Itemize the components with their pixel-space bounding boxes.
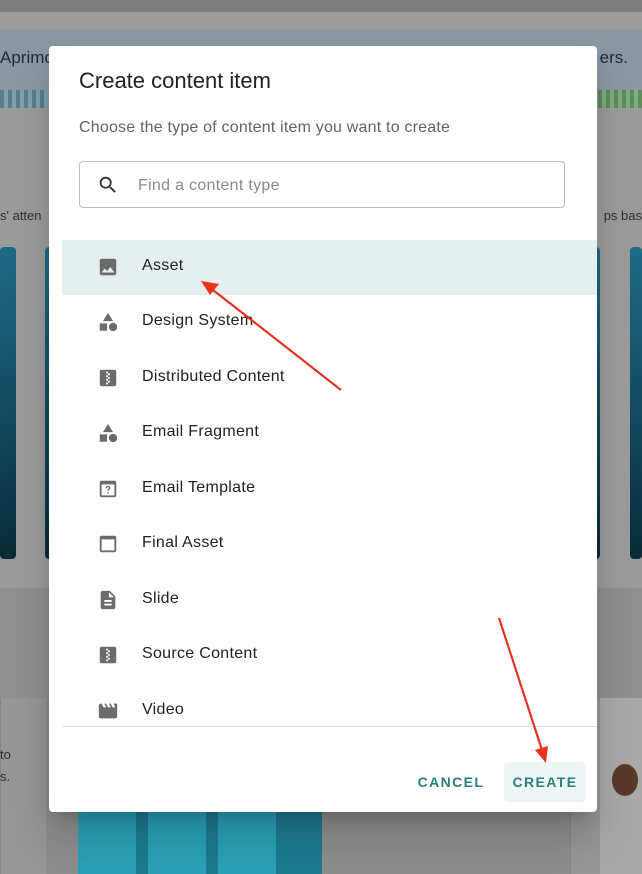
window-icon bbox=[99, 535, 117, 553]
list-item-label: Final Asset bbox=[142, 534, 224, 551]
list-item-video[interactable]: Video bbox=[62, 684, 597, 726]
tile-text: to s. bbox=[0, 744, 11, 788]
movie-icon bbox=[98, 703, 118, 719]
list-item-label: Email Fragment bbox=[142, 423, 260, 440]
card-right bbox=[630, 247, 642, 559]
list-item-label: Design System bbox=[142, 312, 254, 329]
list-item-label: Slide bbox=[142, 590, 180, 607]
actions-divider bbox=[62, 726, 597, 727]
search-icon bbox=[99, 176, 116, 193]
list-item-asset[interactable]: Asset bbox=[62, 240, 597, 295]
top-bar bbox=[0, 0, 642, 12]
card-left bbox=[0, 247, 16, 559]
side-text-right: ps bas bbox=[603, 208, 642, 223]
shapes-icon bbox=[99, 312, 118, 332]
dialog-title: Create content item bbox=[79, 68, 271, 93]
side-text-left: s' atten bbox=[0, 208, 42, 223]
list-item-email-fragment[interactable]: Email Fragment bbox=[62, 406, 597, 461]
create-button[interactable]: CREATE bbox=[504, 762, 586, 802]
create-content-dialog: Create content item Choose the type of c… bbox=[49, 46, 597, 812]
zip-file-icon bbox=[99, 369, 117, 387]
list-item-final-asset[interactable]: Final Asset bbox=[62, 517, 597, 572]
image-icon bbox=[99, 258, 117, 276]
banner-text-left: Aprimo bbox=[0, 48, 54, 67]
search-input[interactable] bbox=[136, 172, 540, 200]
list-item-label: Source Content bbox=[142, 645, 258, 662]
list-item-label: Email Template bbox=[142, 479, 256, 496]
search-box[interactable] bbox=[79, 161, 565, 208]
content-type-list: Asset Design System Distributed Content … bbox=[62, 240, 597, 726]
list-item-distributed-content[interactable]: Distributed Content bbox=[62, 351, 597, 406]
tile-text-line: to bbox=[0, 747, 11, 762]
book-image bbox=[78, 812, 322, 874]
list-item-label: Distributed Content bbox=[142, 368, 285, 385]
person-image bbox=[600, 698, 642, 874]
document-icon bbox=[100, 590, 116, 610]
list-item-slide[interactable]: Slide bbox=[62, 573, 597, 628]
list-item-design-system[interactable]: Design System bbox=[62, 295, 597, 350]
list-item-source-content[interactable]: Source Content bbox=[62, 628, 597, 683]
banner-stripe-left bbox=[0, 90, 48, 108]
shapes-icon bbox=[99, 423, 118, 443]
banner-text-right: ers. bbox=[599, 48, 628, 67]
tile-text-line: s. bbox=[0, 769, 11, 784]
dialog-subtitle: Choose the type of content item you want… bbox=[79, 119, 451, 136]
list-item-email-template[interactable]: Email Template bbox=[62, 462, 597, 517]
template-icon bbox=[99, 480, 117, 498]
header-band bbox=[0, 12, 642, 28]
list-item-label: Video bbox=[142, 701, 185, 718]
list-item-label: Asset bbox=[142, 257, 184, 274]
zip-file-icon bbox=[99, 646, 117, 664]
cancel-button[interactable]: CANCEL bbox=[409, 762, 493, 802]
banner-stripe-right bbox=[598, 90, 642, 108]
